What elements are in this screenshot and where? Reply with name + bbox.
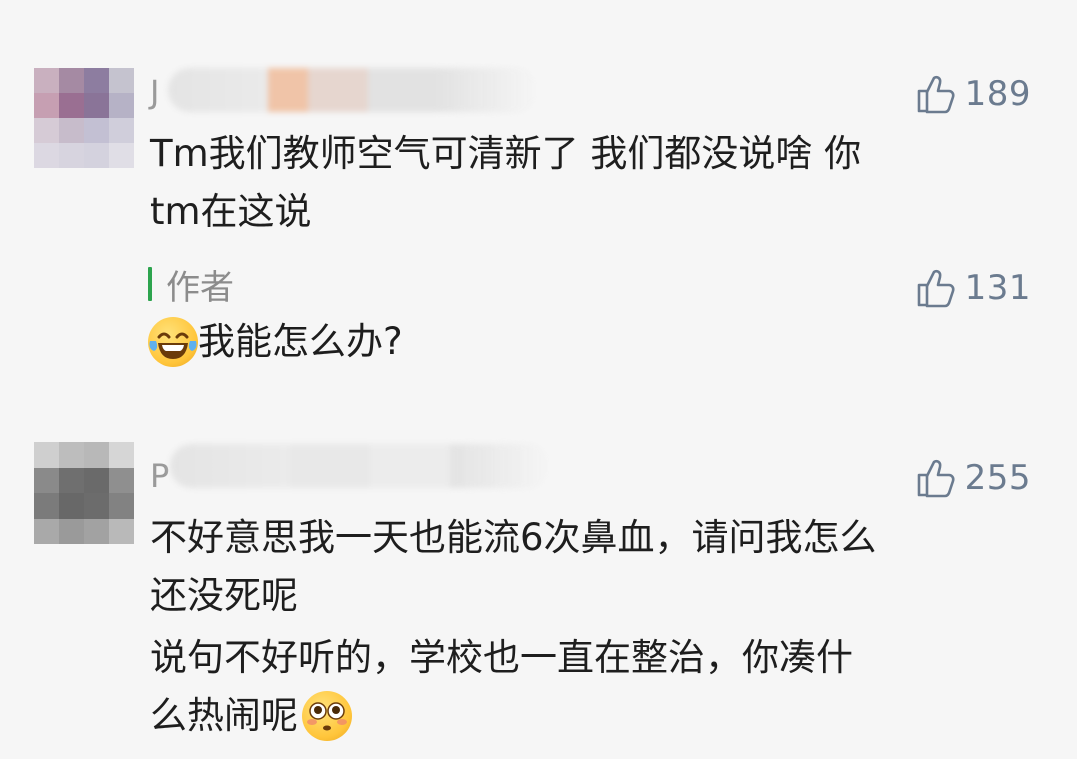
thumbs-up-icon xyxy=(917,75,955,114)
username[interactable]: P xyxy=(150,456,169,496)
comment-text-line: Tm我们教师空气可清新了 我们都没说啥 你 xyxy=(150,132,862,175)
like-button[interactable]: 255 xyxy=(915,456,1031,500)
reply-text: 我能怎么办? xyxy=(198,320,403,363)
like-count: 131 xyxy=(964,268,1031,308)
author-label: 作者 xyxy=(166,267,234,308)
username-redaction xyxy=(170,444,550,488)
avatar[interactable] xyxy=(34,442,134,544)
username-redaction xyxy=(168,68,538,112)
comment-text-line: 不好意思我一天也能流6次鼻血，请问我怎么 xyxy=(150,516,877,559)
author-reply-text: 我能怎么办? xyxy=(148,316,403,368)
like-count: 189 xyxy=(964,74,1031,114)
author-reply-header: 作者 xyxy=(148,260,234,308)
author-reply-like-button[interactable]: 131 xyxy=(915,266,1031,310)
comment-item: P 255 不好意思我一天也能流6次鼻血，请问我怎么 还没死呢 说句不好听的，学… xyxy=(0,400,1077,759)
comment-text-line-with-emoji: 么热闹呢 xyxy=(150,690,1017,742)
thumbs-up-icon xyxy=(917,459,955,498)
comment-text-line: 说句不好听的，学校也一直在整治，你凑什 xyxy=(150,636,853,679)
thumbs-up-icon xyxy=(917,269,955,308)
comment-text-line: tm在这说 xyxy=(150,190,312,233)
comment-item: J 189 Tm我们教师空气可清新了 我们都没说啥 你 tm在这说 作者 131 xyxy=(0,0,1077,400)
avatar[interactable] xyxy=(34,68,134,168)
comment-text-line: 还没死呢 xyxy=(150,574,298,617)
laughing-tears-emoji xyxy=(148,317,198,367)
comment-text: 么热闹呢 xyxy=(150,694,298,737)
username[interactable]: J xyxy=(150,72,159,112)
flushed-face-emoji xyxy=(302,691,352,741)
like-button[interactable]: 189 xyxy=(915,72,1031,116)
author-indicator-bar xyxy=(148,267,152,301)
like-count: 255 xyxy=(964,458,1031,498)
